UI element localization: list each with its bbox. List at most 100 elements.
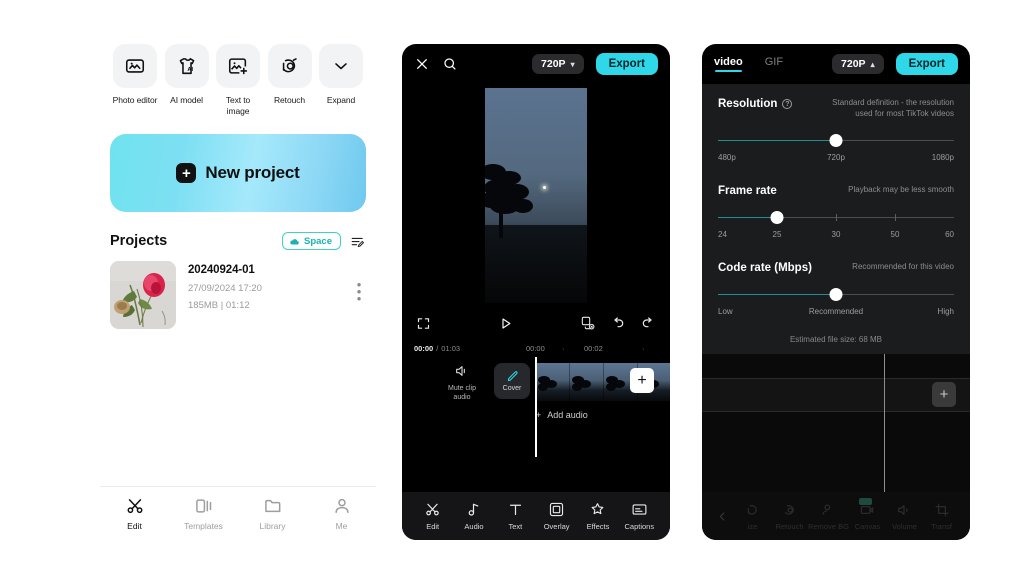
remove-bg-icon (822, 504, 831, 515)
resolution-value: 720P (541, 58, 566, 70)
search-icon[interactable] (442, 56, 458, 72)
add-audio-button[interactable]: + Add audio (536, 410, 670, 420)
snapshot-icon[interactable] (580, 315, 596, 331)
toolbar-item-audio[interactable]: Audio (453, 501, 494, 531)
total-time: 01:03 (441, 344, 461, 353)
space-badge[interactable]: Space (282, 232, 341, 251)
toolbar-item-overlay[interactable]: Overlay (536, 501, 577, 531)
photo-editor-icon (113, 44, 157, 88)
screenshot-root: Photo editor AI AI model Text to image R… (0, 0, 1024, 576)
edit-list-icon[interactable] (349, 234, 366, 249)
timeline-ruler[interactable]: 00:00 / 01:03 00:00 00:02 · · (402, 340, 670, 357)
toolbar-item-effects[interactable]: Effects (577, 501, 618, 531)
projects-header: Projects Space (110, 232, 366, 251)
export-button[interactable]: Export (895, 53, 958, 75)
editor-topbar: 720P ▾ Export (402, 44, 670, 84)
slider-knob[interactable] (829, 133, 843, 147)
chevron-up-icon: ▴ (870, 59, 875, 69)
nav-item-edit[interactable]: Edit (100, 496, 169, 531)
undo-icon[interactable] (610, 315, 626, 331)
nav-label: Edit (127, 521, 142, 531)
cover-label: Cover (502, 385, 522, 392)
resolution-chip[interactable]: 720P ▾ (532, 54, 584, 74)
tick-label: 24 (718, 229, 727, 239)
resolution-chip[interactable]: 720P ▴ (832, 54, 884, 74)
transform-icon (934, 502, 949, 517)
nav-item-library[interactable]: Library (238, 496, 307, 531)
resolution-slider[interactable] (718, 133, 954, 148)
close-icon[interactable] (414, 56, 430, 72)
add-audio-label: Add audio (547, 410, 588, 420)
tick-label: 25 (772, 229, 782, 239)
tool-text-to-image[interactable]: Text to image (215, 44, 261, 116)
play-icon[interactable] (498, 316, 513, 331)
tool-expand[interactable]: Expand (318, 44, 364, 116)
estimated-file-size: Estimated file size: 68 MB (789, 334, 883, 344)
svg-text:AI: AI (187, 67, 193, 73)
project-list-item[interactable]: 20240924-01 27/09/2024 17:20 185MB | 01:… (110, 261, 366, 330)
toolbar-item-canvas[interactable]: Canvas (849, 497, 886, 531)
tick-label: 50 (890, 229, 900, 239)
tool-ai-model[interactable]: AI AI model (164, 44, 210, 116)
toolbar-item-captions[interactable]: Captions (619, 501, 660, 531)
nav-item-me[interactable]: Me (307, 496, 376, 531)
add-clip-button[interactable]: + (932, 382, 956, 407)
cover-button[interactable]: Cover (494, 363, 530, 399)
toolbar-item-volume[interactable]: Volume (886, 502, 923, 531)
tool-retouch[interactable]: Retouch (267, 44, 313, 116)
tool-photo-editor[interactable]: Photo editor (112, 44, 158, 116)
toolbar-label: Text (508, 522, 523, 531)
toolbar-label: Retouch (775, 521, 804, 531)
leaf-silhouette (606, 376, 625, 391)
frame-rate-slider[interactable] (718, 210, 954, 225)
resolution-value: 720P (841, 58, 866, 70)
add-clip-button[interactable]: + (630, 368, 654, 393)
text-icon (509, 504, 521, 516)
redo-icon[interactable] (640, 315, 656, 331)
toolbar-label: Transf (931, 521, 952, 531)
tab-gif[interactable]: GIF (765, 56, 783, 72)
toolbar-item-transform[interactable]: Transf (923, 502, 960, 531)
export-underlying-toolbar: ize Retouch Remove BG Canvas Volume Tran… (702, 492, 970, 540)
resize-icon (747, 504, 757, 515)
mute-clip-audio-button[interactable]: Mute clip audio (442, 363, 482, 402)
tree-silhouette (485, 164, 533, 238)
toolbar-item-text[interactable]: Text (495, 501, 536, 531)
project-duration: 01:12 (225, 300, 250, 312)
back-chevron-icon[interactable] (716, 510, 729, 523)
toolbar-item-remove-bg[interactable]: Remove BG (808, 502, 849, 531)
film-frame (536, 363, 570, 401)
fullscreen-icon[interactable] (416, 316, 431, 331)
timeline[interactable]: Mute clip audio Cover + + Add audio (402, 357, 670, 485)
chevron-down-icon: ▾ (570, 59, 575, 69)
section-title: Frame rate (718, 184, 777, 197)
video-preview-area[interactable] (402, 84, 670, 306)
slider-knob[interactable] (829, 287, 843, 301)
section-hint: Standard definition - the resolution use… (832, 98, 954, 118)
timeline-left-tools: Mute clip audio Cover (402, 363, 530, 402)
pencil-icon (507, 371, 518, 382)
toolbar-item-edit[interactable]: Edit (412, 501, 453, 531)
project-name: 20240924-01 (188, 264, 255, 277)
time-divider: / (436, 344, 439, 353)
video-clip-track[interactable]: + (536, 363, 670, 401)
slider-knob[interactable] (770, 210, 784, 224)
help-icon[interactable]: ? (782, 99, 793, 109)
tab-video[interactable]: video (714, 56, 743, 72)
playhead[interactable] (535, 357, 537, 457)
nav-item-templates[interactable]: Templates (169, 496, 238, 531)
editor-toolbar: Edit Audio Text Overlay Effects Captions (402, 492, 670, 540)
tool-label: Expand (326, 95, 356, 105)
toolbar-label: ize (747, 521, 758, 531)
toolbar-item-resize[interactable]: ize (734, 502, 771, 531)
new-project-button[interactable]: + New project (110, 134, 366, 213)
toolbar-item-retouch[interactable]: Retouch (771, 502, 808, 531)
section-title-wrapper: Resolution ? (718, 98, 793, 110)
project-more-button[interactable]: • • • (352, 261, 366, 305)
section-hint: Recommended for this video (852, 261, 954, 271)
code-rate-slider[interactable] (718, 287, 954, 302)
export-button[interactable]: Export (595, 53, 658, 75)
retouch-icon (267, 44, 312, 88)
nav-label: Me (335, 521, 348, 531)
playback-controls (402, 306, 670, 340)
